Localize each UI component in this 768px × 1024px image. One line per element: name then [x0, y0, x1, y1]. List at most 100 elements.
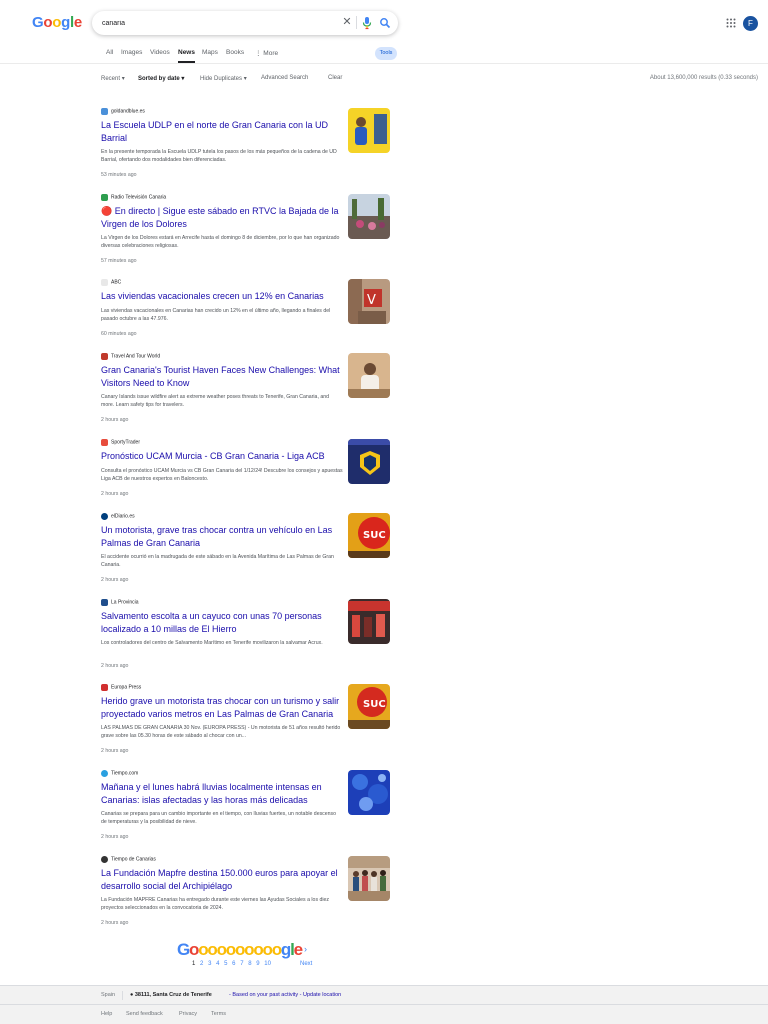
- page-5[interactable]: 5: [224, 961, 227, 967]
- tools-button[interactable]: Tools: [375, 47, 397, 60]
- source-row: La Provincia: [101, 599, 139, 607]
- result-title[interactable]: Un motorista, grave tras chocar contra u…: [101, 524, 341, 549]
- result-thumbnail[interactable]: [348, 439, 390, 484]
- recent-filter[interactable]: Recent ▾: [101, 75, 125, 82]
- source-row: SportyTrader: [101, 439, 140, 447]
- result-time: 2 hours ago: [101, 834, 129, 840]
- result-title[interactable]: Salvamento escolta a un cayuco con unas …: [101, 610, 341, 635]
- account-avatar[interactable]: F: [743, 16, 758, 31]
- search-icon[interactable]: [379, 16, 391, 30]
- result-time: 2 hours ago: [101, 663, 129, 669]
- footer-privacy-link[interactable]: Privacy: [179, 1011, 197, 1017]
- source-favicon-icon: [101, 599, 108, 606]
- result-thumbnail[interactable]: [348, 353, 390, 398]
- footer-help-link[interactable]: Help: [101, 1011, 112, 1017]
- result-thumbnail[interactable]: [348, 194, 390, 239]
- google-logo[interactable]: Google: [32, 14, 82, 31]
- source-favicon-icon: [101, 439, 108, 446]
- tab-images[interactable]: Images: [121, 49, 142, 56]
- source-name: La Provincia: [111, 599, 139, 606]
- source-name: Radio Televisión Canaria: [111, 194, 167, 201]
- page-8[interactable]: 8: [248, 961, 251, 967]
- source-name: ABC: [111, 279, 122, 286]
- logo-letter: o: [43, 14, 53, 31]
- svg-text:SUC: SUC: [363, 699, 386, 710]
- tab-all[interactable]: All: [106, 49, 113, 56]
- result-thumbnail[interactable]: [348, 599, 390, 644]
- source-name: goldandblue.es: [111, 108, 145, 115]
- source-row: Tiempo.com: [101, 770, 138, 778]
- recent-label: Recent: [101, 76, 121, 82]
- source-row: Europa Press: [101, 684, 141, 692]
- page-4[interactable]: 4: [216, 961, 219, 967]
- result-time: 60 minutes ago: [101, 331, 137, 337]
- result-thumbnail[interactable]: V: [348, 279, 390, 324]
- result-snippet: La Fundación MAPFRE Canarias ha entregad…: [101, 897, 329, 912]
- result-snippet: LAS PALMAS DE GRAN CANARIA 30 Nov. (EURO…: [101, 725, 341, 740]
- svg-text:SUC: SUC: [363, 530, 386, 541]
- result-thumbnail[interactable]: SUC: [348, 513, 390, 558]
- source-favicon-icon: [101, 108, 108, 115]
- search-input[interactable]: [102, 16, 322, 30]
- result-snippet: Consulta el pronóstico UCAM Murcia vs CB…: [101, 468, 343, 483]
- update-location-link[interactable]: - Based on your past activity - Update l…: [229, 992, 341, 998]
- result-title[interactable]: Pronóstico UCAM Murcia - CB Gran Canaria…: [101, 450, 341, 463]
- logo-letter: g: [61, 14, 70, 31]
- tab-news[interactable]: News: [178, 49, 195, 56]
- source-name: Travel And Tour World: [111, 353, 161, 360]
- result-snippet: Los controladores del centro de Salvamen…: [101, 640, 323, 646]
- result-snippet: En la presente temporada la Escuela UDLP…: [101, 149, 337, 164]
- mic-icon[interactable]: [361, 16, 373, 30]
- source-name: SportyTrader: [111, 439, 140, 446]
- page-2[interactable]: 2: [200, 961, 203, 967]
- next-arrow-icon[interactable]: ›: [304, 944, 307, 954]
- result-title[interactable]: La Fundación Mapfre destina 150.000 euro…: [101, 867, 341, 892]
- links-footer: Help Send feedback Privacy Terms: [0, 1005, 768, 1024]
- result-time: 53 minutes ago: [101, 172, 137, 178]
- page-1: 1: [192, 961, 196, 967]
- location-dot-icon: ●: [130, 992, 134, 998]
- sort-filter[interactable]: Sorted by date ▾: [138, 75, 184, 82]
- page-numbers: 1 2 3 4 5 6 7 8 9 10: [192, 961, 276, 967]
- hide-duplicates-filter[interactable]: Hide Duplicates ▾: [200, 75, 247, 82]
- result-title[interactable]: 🔴 En directo | Sigue este sábado en RTVC…: [101, 205, 341, 230]
- tab-more[interactable]: ⋮ More: [255, 49, 278, 57]
- next-page-link[interactable]: Next: [300, 961, 312, 967]
- footer-country: Spain: [101, 992, 116, 998]
- result-thumbnail[interactable]: SUC: [348, 684, 390, 729]
- result-time: 2 hours ago: [101, 748, 129, 754]
- source-favicon-icon: [101, 856, 108, 863]
- advanced-search-link[interactable]: Advanced Search: [261, 75, 308, 81]
- tab-videos[interactable]: Videos: [150, 49, 170, 56]
- result-title[interactable]: Las viviendas vacacionales crecen un 12%…: [101, 290, 341, 303]
- result-title[interactable]: Gran Canaria's Tourist Haven Faces New C…: [101, 364, 341, 389]
- page-6[interactable]: 6: [232, 961, 235, 967]
- tab-maps[interactable]: Maps: [202, 49, 218, 56]
- result-thumbnail[interactable]: [348, 770, 390, 815]
- result-thumbnail[interactable]: [348, 108, 390, 153]
- page-9[interactable]: 9: [256, 961, 259, 967]
- result-snippet: Canary Islands issue wildfire alert as e…: [101, 394, 329, 409]
- result-snippet: La Virgen de los Dolores estará en Arrec…: [101, 235, 340, 250]
- source-row: ABC: [101, 279, 121, 287]
- footer-feedback-link[interactable]: Send feedback: [126, 1011, 163, 1017]
- tab-books[interactable]: Books: [226, 49, 244, 56]
- source-favicon-icon: [101, 194, 108, 201]
- logo-letter: e: [73, 14, 82, 31]
- page-10[interactable]: 10: [264, 961, 271, 967]
- page-7[interactable]: 7: [240, 961, 243, 967]
- logo-letter: o: [52, 14, 62, 31]
- result-title[interactable]: Herido grave un motorista tras chocar co…: [101, 695, 341, 720]
- result-title[interactable]: La Escuela UDLP en el norte de Gran Cana…: [101, 119, 341, 144]
- apps-grid-icon[interactable]: [726, 18, 736, 28]
- result-thumbnail[interactable]: [348, 856, 390, 901]
- dropdown-arrow-icon: ▾: [243, 76, 247, 82]
- clear-icon[interactable]: ✕: [341, 15, 353, 29]
- clear-filters-link[interactable]: Clear: [328, 75, 342, 81]
- source-name: elDiario.es: [111, 513, 135, 520]
- svg-text:V: V: [367, 293, 376, 308]
- result-title[interactable]: Mañana y el lunes habrá lluvias localmen…: [101, 781, 341, 806]
- source-row: goldandblue.es: [101, 108, 145, 116]
- page-3[interactable]: 3: [208, 961, 211, 967]
- footer-terms-link[interactable]: Terms: [211, 1011, 226, 1017]
